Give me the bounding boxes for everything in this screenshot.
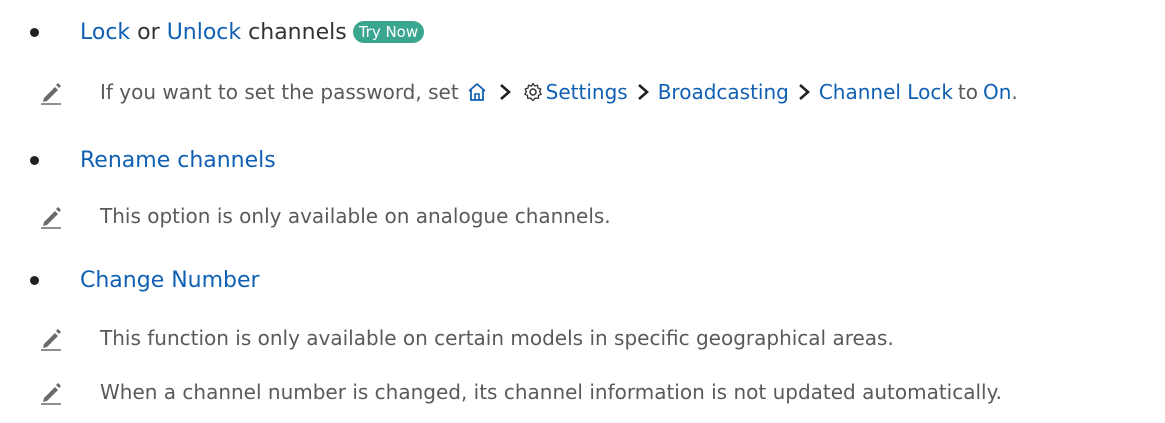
document-page: Lock or Unlock channels Try Now If you w…: [0, 0, 1165, 423]
bullet-dot: [30, 275, 39, 285]
pencil-note-icon: [41, 329, 61, 351]
unlock-link[interactable]: Unlock: [167, 20, 241, 45]
bullet-item-change-number: Change Number: [0, 260, 1165, 300]
home-icon: [468, 83, 486, 101]
note-text: This option is only available on analogu…: [100, 204, 611, 228]
chevron-right-icon: [637, 84, 649, 100]
chevron-right-icon: [499, 84, 511, 100]
note-text: When a channel number is changed, its ch…: [100, 380, 1002, 404]
note-not-updated: When a channel number is changed, its ch…: [0, 372, 1165, 412]
try-now-button[interactable]: Try Now: [352, 21, 425, 43]
pencil-note-icon: [41, 383, 61, 405]
pencil-note-icon: [41, 207, 61, 229]
chevron-right-icon: [798, 84, 810, 100]
note-certain-models: This function is only available on certa…: [0, 318, 1165, 358]
to-text: to: [957, 80, 978, 104]
bullet-dot: [30, 27, 39, 37]
bullet-text: Lock or Unlock channels Try Now: [80, 19, 425, 45]
channels-text: channels: [248, 19, 347, 45]
bullet-text: Rename channels: [80, 148, 276, 173]
end-punct: .: [1011, 80, 1018, 104]
note-analogue: This option is only available on analogu…: [0, 196, 1165, 236]
pencil-note-icon: [41, 83, 61, 105]
note-text: This function is only available on certa…: [100, 326, 894, 350]
bullet-item-lock-unlock: Lock or Unlock channels Try Now: [0, 12, 1165, 52]
gear-icon: [523, 82, 542, 102]
or-text: or: [137, 19, 160, 45]
on-link[interactable]: On: [983, 80, 1011, 104]
note-set-password: If you want to set the password, set Set…: [0, 72, 1165, 112]
note-text: If you want to set the password, set Set…: [100, 80, 1018, 104]
change-number-link[interactable]: Change Number: [80, 268, 260, 293]
channel-lock-link[interactable]: Channel Lock: [819, 80, 953, 104]
bullet-item-rename-channels: Rename channels: [0, 140, 1165, 180]
bullet-text: Change Number: [80, 268, 260, 293]
settings-link[interactable]: Settings: [546, 80, 628, 104]
note-prefix: If you want to set the password, set: [100, 80, 459, 104]
lock-link[interactable]: Lock: [80, 20, 130, 45]
broadcasting-link[interactable]: Broadcasting: [658, 80, 789, 104]
bullet-dot: [30, 155, 39, 165]
rename-channels-link[interactable]: Rename channels: [80, 148, 276, 173]
